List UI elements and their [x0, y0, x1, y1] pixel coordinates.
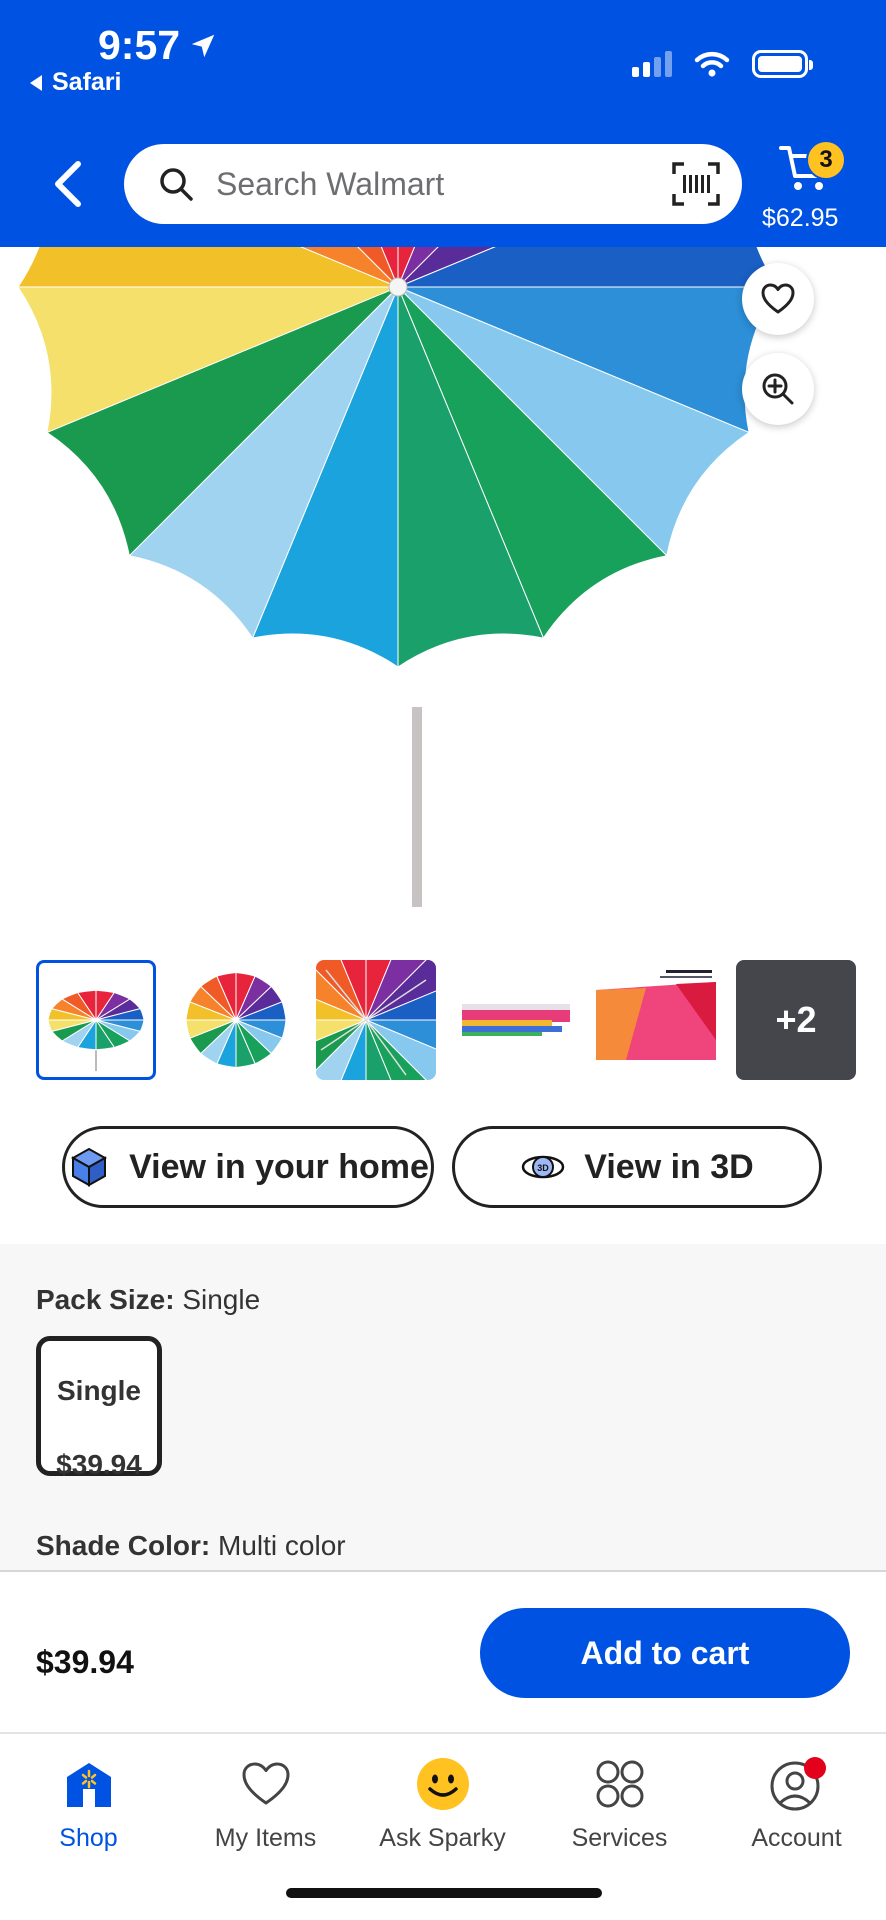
zoom-in-icon [762, 373, 794, 405]
pack-size-row: Pack Size: Single [36, 1284, 260, 1316]
tab-services-label: Services [571, 1824, 668, 1852]
back-app-label: Safari [52, 68, 122, 96]
zoom-button[interactable] [742, 353, 814, 425]
home-indicator [286, 1888, 602, 1898]
services-icon [596, 1760, 643, 1808]
thumbnail-umbrella-top[interactable] [176, 960, 296, 1080]
tab-my-items[interactable]: My Items [177, 1754, 354, 1853]
thumbnail-strip: +2 [36, 960, 856, 1080]
thumbnail-image [462, 1004, 570, 1036]
3d-rotate-icon: 3D [522, 1155, 565, 1179]
shade-color-row: Shade Color: Multi color [36, 1530, 346, 1562]
notification-dot [803, 1757, 826, 1779]
tab-account-label: Account [751, 1824, 842, 1852]
location-arrow-icon [191, 34, 215, 57]
wifi-icon [694, 51, 730, 77]
tab-services[interactable]: Services [531, 1754, 708, 1853]
battery-icon [752, 50, 813, 78]
status-indicators [632, 50, 813, 78]
favorite-button[interactable] [742, 263, 814, 335]
shade-color-value: Multi color [218, 1530, 346, 1561]
umbrella-canopy [17, 247, 779, 668]
cart-count-badge: 3 [806, 140, 846, 180]
pack-size-value: Single [182, 1284, 261, 1315]
variant-panel: Pack Size: Single Single $39.94 Shade Co… [0, 1244, 886, 1570]
tab-account[interactable]: Account [708, 1754, 885, 1853]
heart-icon [761, 283, 795, 314]
status-time-text: 9:57 [98, 22, 181, 68]
current-price: $39.94 [36, 1644, 134, 1680]
search-icon [160, 168, 193, 201]
thumbnail-umbrella-detail[interactable] [596, 960, 716, 1080]
thumbnail-image [185, 971, 287, 1069]
back-triangle-icon [30, 74, 42, 91]
thumbnail-more[interactable]: +2 [736, 960, 856, 1080]
add-to-cart-button[interactable]: Add to cart [480, 1608, 850, 1698]
barcode-scan-icon[interactable] [672, 162, 720, 206]
pack-size-label: Pack Size: [36, 1284, 175, 1315]
umbrella-image [17, 247, 779, 907]
pack-option-price: $39.94 [56, 1449, 142, 1480]
thumbnail-umbrella-under[interactable] [316, 960, 436, 1080]
view-in-3d-button[interactable]: 3D View in 3D [452, 1126, 822, 1208]
thumbnail-umbrella-folded[interactable] [456, 960, 576, 1080]
view-in-3d-label: View in 3D [584, 1147, 754, 1186]
more-count: +2 [775, 999, 817, 1040]
search-placeholder: Search Walmart [216, 165, 445, 202]
tab-my-items-label: My Items [214, 1824, 317, 1852]
thumbnail-image [47, 989, 145, 1071]
tab-shop-label: Shop [59, 1824, 118, 1852]
shop-icon [66, 1763, 111, 1807]
back-arrow-icon[interactable] [48, 158, 88, 210]
tab-ask-sparky[interactable]: Ask Sparky [354, 1754, 531, 1853]
back-to-safari[interactable]: Safari [28, 68, 121, 97]
view-in-your-home-button[interactable]: View in your home [62, 1126, 434, 1208]
product-image[interactable] [0, 247, 886, 907]
thumbnail-umbrella-side[interactable] [36, 960, 156, 1080]
cart-total: $62.95 [762, 204, 839, 232]
ar-cube-icon [71, 1147, 108, 1187]
view-in-home-label: View in your home [129, 1147, 429, 1186]
header-bar: 9:57 Safari Search Walmart 3 $62.95 [0, 0, 886, 247]
heart-icon [242, 1762, 289, 1805]
add-to-cart-bar: $39.94 Add to cart [0, 1570, 886, 1732]
pack-option-name: Single [56, 1375, 141, 1406]
tab-ask-sparky-label: Ask Sparky [379, 1824, 506, 1852]
search-input[interactable]: Search Walmart [124, 144, 742, 224]
tab-shop[interactable]: Shop [0, 1754, 177, 1853]
thumbnail-image [316, 960, 436, 1080]
shade-color-label: Shade Color: [36, 1530, 211, 1561]
cellular-signal-icon [632, 51, 672, 77]
thumbnail-image [596, 970, 716, 1060]
account-icon [770, 1757, 826, 1811]
sparky-icon [416, 1758, 469, 1810]
status-time: 9:57 [98, 22, 218, 69]
pack-size-option-single[interactable]: Single $39.94 [36, 1336, 162, 1480]
svg-text:3D: 3D [538, 1163, 550, 1173]
